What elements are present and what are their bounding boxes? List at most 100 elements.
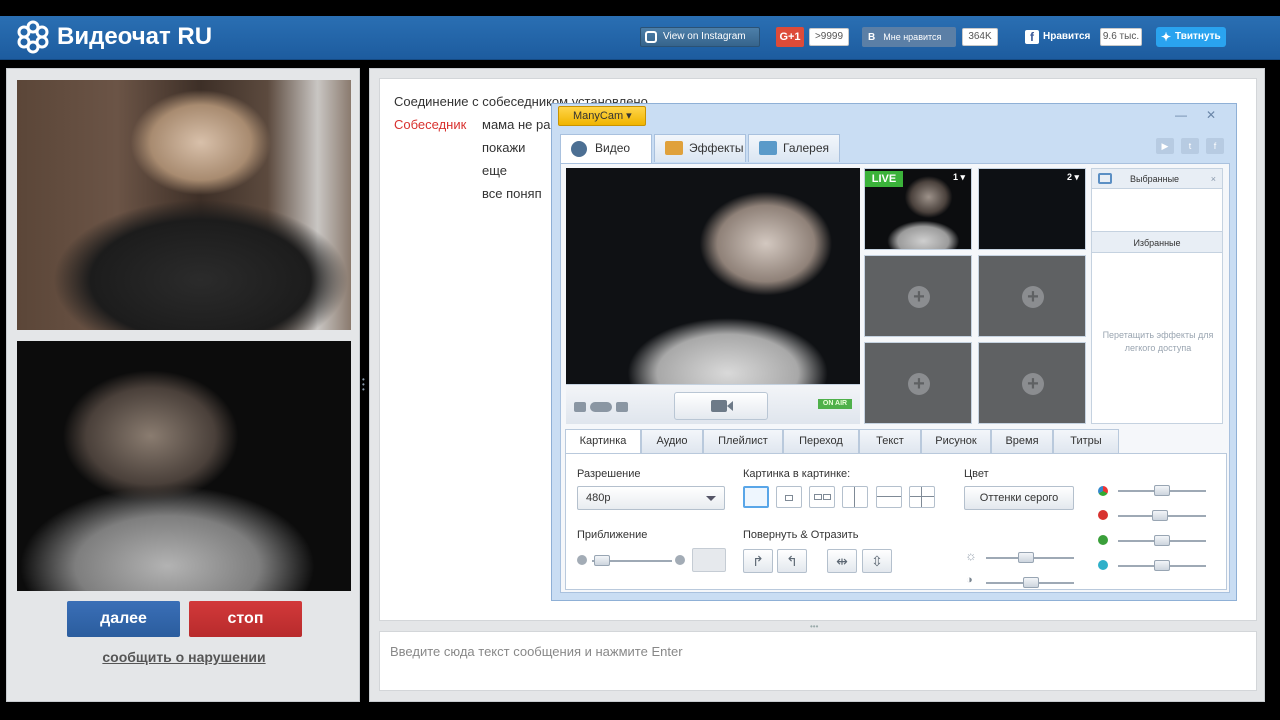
source-slot[interactable]: 2 ▾: [978, 168, 1086, 250]
ctab-text[interactable]: Текст: [859, 429, 921, 453]
report-violation-link[interactable]: сообщить о нарушении: [7, 649, 361, 665]
ctab-audio[interactable]: Аудио: [641, 429, 703, 453]
favorites-title: Выбранные: [1130, 174, 1180, 184]
manycam-menu-button[interactable]: ManyCam ▾: [558, 106, 646, 126]
tab-gallery[interactable]: Галерея: [748, 134, 840, 162]
brightness-slider[interactable]: [986, 552, 1074, 563]
eye-icon: [1098, 173, 1112, 184]
slider-knob[interactable]: [594, 555, 610, 566]
facebook-icon[interactable]: f: [1206, 138, 1224, 154]
slider-knob[interactable]: [1023, 577, 1039, 588]
vk-like-button[interactable]: В Мне нравится: [862, 27, 956, 47]
tab-effects[interactable]: Эффекты: [654, 134, 746, 162]
minimize-icon[interactable]: —: [1170, 108, 1192, 124]
stop-button[interactable]: стоп: [189, 601, 302, 637]
capture-icons[interactable]: [574, 399, 634, 412]
manycam-body: ON AIR LIVE 1 ▾ 2 ▾ + + + + Выбранные × …: [560, 163, 1230, 593]
pip-horizontal-split-button[interactable]: [876, 486, 902, 508]
next-button[interactable]: далее: [67, 601, 180, 637]
favorites-panel: Выбранные × Избранные Перетащить эффекты…: [1091, 168, 1223, 424]
empty-source-slot[interactable]: +: [864, 255, 972, 337]
slot-number[interactable]: 1 ▾: [953, 172, 965, 183]
pip-none-button[interactable]: [743, 486, 769, 508]
ctab-picture[interactable]: Картинка: [565, 429, 641, 454]
tab-video[interactable]: Видео: [560, 134, 652, 164]
empty-source-slot[interactable]: +: [864, 342, 972, 424]
resolution-select[interactable]: 480p: [577, 486, 725, 510]
pip-quad-button[interactable]: [909, 486, 935, 508]
add-icon: +: [1022, 286, 1044, 308]
record-camera-icon: [711, 400, 733, 412]
main-preview: [566, 168, 860, 384]
pip-vertical-split-button[interactable]: [842, 486, 868, 508]
chat-message: покажи: [482, 140, 526, 155]
ctab-playlist[interactable]: Плейлист: [703, 429, 783, 453]
record-button[interactable]: [674, 392, 768, 420]
pip-small-button[interactable]: [776, 486, 802, 508]
flip-vertical-icon[interactable]: ⇳: [862, 549, 892, 573]
twitter-button[interactable]: ✦ Твитнуть: [1156, 27, 1226, 47]
slider-knob[interactable]: [1152, 510, 1168, 521]
slider-knob[interactable]: [1018, 552, 1034, 563]
panel-splitter[interactable]: • • •: [362, 376, 365, 394]
slider-knob[interactable]: [1154, 485, 1170, 496]
gplus-button[interactable]: G+1: [776, 27, 804, 47]
pip-label: Картинка в картинке:: [743, 468, 851, 480]
empty-source-slot[interactable]: +: [978, 342, 1086, 424]
ctab-drawing[interactable]: Рисунок: [921, 429, 991, 453]
snapshot-icon[interactable]: [616, 402, 628, 412]
zoom-slider[interactable]: [592, 555, 672, 566]
slider-knob[interactable]: [1154, 560, 1170, 571]
ctab-transition[interactable]: Переход: [783, 429, 859, 453]
brightness-icon: ☼: [965, 548, 977, 563]
video-camera-icon[interactable]: [574, 402, 586, 412]
contrast-slider[interactable]: [986, 577, 1074, 588]
red-slider[interactable]: [1118, 510, 1206, 521]
facebook-like-label: Нравится: [1043, 31, 1091, 42]
youtube-icon[interactable]: ▶: [1156, 138, 1174, 154]
add-icon: +: [908, 373, 930, 395]
instagram-button[interactable]: View on Instagram: [640, 27, 760, 47]
message-input[interactable]: [380, 632, 1256, 670]
source-slot[interactable]: LIVE 1 ▾: [864, 168, 972, 250]
site-title[interactable]: Видеочат RU: [57, 23, 212, 51]
webcam-icon: [571, 141, 587, 157]
chat-message: еще: [482, 163, 508, 178]
twitter-label: Твитнуть: [1175, 31, 1221, 42]
site-header: Видеочат RU View on Instagram G+1 >9999 …: [0, 16, 1280, 60]
tab-effects-label: Эффекты: [689, 141, 744, 155]
resize-grip[interactable]: •••: [810, 622, 818, 631]
slider-knob[interactable]: [1154, 535, 1170, 546]
preview-toolbar: ON AIR: [566, 384, 860, 424]
contrast-icon: ◑: [966, 574, 973, 586]
ctab-titles[interactable]: Титры: [1053, 429, 1119, 453]
twitter-icon[interactable]: t: [1181, 138, 1199, 154]
resolution-label: Разрешение: [577, 468, 641, 480]
blue-slider[interactable]: [1118, 560, 1206, 571]
grayscale-button[interactable]: Оттенки серого: [964, 486, 1074, 510]
chat-message: мама не ра: [482, 117, 551, 132]
slot-number[interactable]: 2 ▾: [1067, 172, 1079, 183]
message-input-box[interactable]: [379, 631, 1257, 691]
close-icon[interactable]: ×: [1211, 169, 1216, 189]
zoom-in-icon[interactable]: [675, 555, 685, 565]
tab-gallery-label: Галерея: [783, 141, 830, 155]
rotate-right-icon[interactable]: ↱: [743, 549, 773, 573]
facebook-like-button[interactable]: f Нравится: [1025, 27, 1095, 47]
ctab-time[interactable]: Время: [991, 429, 1053, 453]
green-icon: [1098, 535, 1108, 545]
saturation-slider[interactable]: [1118, 485, 1206, 496]
close-icon[interactable]: ✕: [1200, 108, 1222, 124]
flip-horizontal-icon[interactable]: ⇹: [827, 549, 857, 573]
zoom-out-icon[interactable]: [577, 555, 587, 565]
on-air-badge: ON AIR: [818, 399, 852, 409]
rotate-left-icon[interactable]: ↰: [777, 549, 807, 573]
gplus-count: >9999: [809, 28, 849, 46]
pip-double-button[interactable]: [809, 486, 835, 508]
twitter-bird-icon: ✦: [1161, 30, 1172, 44]
toggle-icon[interactable]: [590, 402, 612, 412]
green-slider[interactable]: [1118, 535, 1206, 546]
rgb-icon: [1098, 486, 1108, 496]
empty-source-slot[interactable]: +: [978, 255, 1086, 337]
color-label: Цвет: [964, 468, 989, 480]
